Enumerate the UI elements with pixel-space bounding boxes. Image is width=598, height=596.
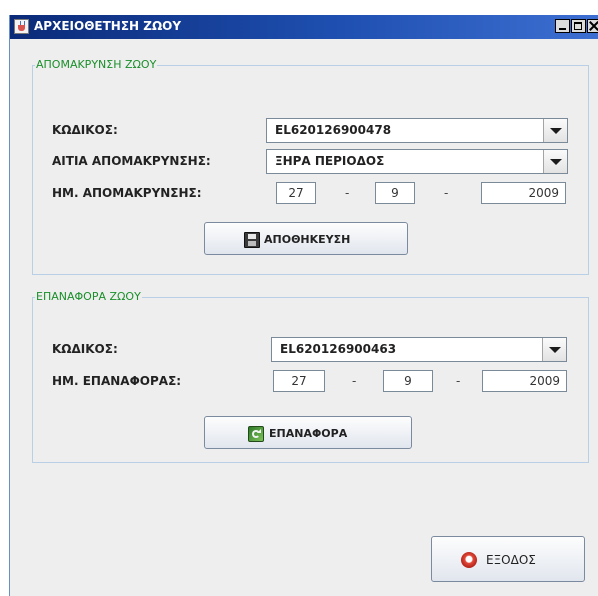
date-separator: -	[352, 374, 357, 388]
window-title: ΑΡΧΕΙΟΘΕΤΗΣΗ ΖΩΟΥ	[34, 19, 182, 33]
restore-button[interactable]: ΕΠΑΝΑΦΟΡΑ	[204, 416, 412, 449]
chevron-down-icon[interactable]	[543, 150, 567, 173]
restore-date-year-field[interactable]: 2009	[482, 370, 567, 392]
restore-group: ΕΠΑΝΑΦΟΡΑ ΖΩΟΥ ΚΩΔΙΚΟΣ: EL620126900463 Η…	[32, 290, 589, 463]
save-button[interactable]: ΑΠΟΘΗΚΕΥΣΗ	[204, 222, 408, 255]
floppy-disk-icon	[244, 232, 260, 248]
restore-date-day-field[interactable]: 27	[273, 370, 325, 392]
removal-code-value: EL620126900478	[275, 123, 392, 137]
date-separator: -	[444, 186, 449, 200]
restore-code-value: EL620126900463	[280, 342, 397, 356]
chevron-down-icon[interactable]	[543, 119, 567, 142]
removal-code-label: ΚΩΔΙΚΟΣ:	[52, 123, 118, 137]
restore-code-select[interactable]: EL620126900463	[271, 337, 567, 362]
exit-icon	[461, 552, 477, 568]
removal-code-select[interactable]: EL620126900478	[266, 118, 568, 143]
removal-reason-value: ΞΗΡΑ ΠΕΡΙΟΔΟΣ	[275, 154, 385, 168]
restore-date-month-field[interactable]: 9	[383, 370, 433, 392]
restore-group-title: ΕΠΑΝΑΦΟΡΑ ΖΩΟΥ	[35, 290, 142, 304]
close-button[interactable]	[587, 19, 598, 33]
removal-reason-select[interactable]: ΞΗΡΑ ΠΕΡΙΟΔΟΣ	[266, 149, 568, 174]
restore-button-label: ΕΠΑΝΑΦΟΡΑ	[269, 427, 348, 440]
exit-button-label: ΕΞΟΔΟΣ	[486, 553, 536, 567]
date-separator: -	[345, 186, 350, 200]
title-bar[interactable]: ΑΡΧΕΙΟΘΕΤΗΣΗ ΖΩΟΥ	[10, 15, 598, 39]
archive-animal-window: ΑΡΧΕΙΟΘΕΤΗΣΗ ΖΩΟΥ ΑΠΟΜΑΚΡΥΝΣΗ ΖΩΟΥ ΚΩΔΙΚ…	[9, 15, 598, 596]
removal-date-year-field[interactable]: 2009	[481, 182, 566, 204]
exit-button[interactable]: ΕΞΟΔΟΣ	[431, 536, 585, 582]
java-app-icon	[14, 19, 29, 34]
maximize-button[interactable]	[571, 19, 586, 33]
removal-reason-label: ΑΙΤΙΑ ΑΠΟΜΑΚΡΥΝΣΗΣ:	[52, 154, 211, 168]
removal-group: ΑΠΟΜΑΚΡΥΝΣΗ ΖΩΟΥ ΚΩΔΙΚΟΣ: EL620126900478…	[32, 58, 589, 275]
restore-date-label: ΗΜ. ΕΠΑΝΑΦΟΡΑΣ:	[52, 374, 182, 388]
chevron-down-icon[interactable]	[542, 338, 566, 361]
removal-date-day-field[interactable]: 27	[276, 182, 316, 204]
restore-icon	[248, 426, 264, 442]
restore-code-label: ΚΩΔΙΚΟΣ:	[52, 342, 118, 356]
removal-date-month-field[interactable]: 9	[375, 182, 415, 204]
minimize-button[interactable]	[555, 19, 570, 33]
removal-group-title: ΑΠΟΜΑΚΡΥΝΣΗ ΖΩΟΥ	[35, 58, 158, 72]
save-button-label: ΑΠΟΘΗΚΕΥΣΗ	[264, 233, 351, 246]
date-separator: -	[456, 374, 461, 388]
removal-date-label: ΗΜ. ΑΠΟΜΑΚΡΥΝΣΗΣ:	[52, 186, 202, 200]
